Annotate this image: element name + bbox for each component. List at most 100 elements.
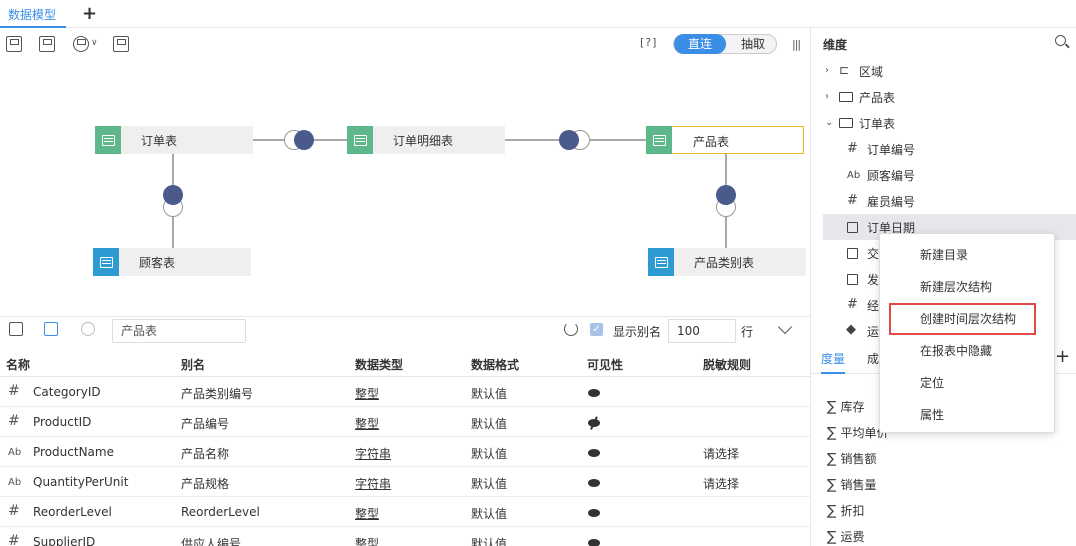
- chevron-down-icon[interactable]: ∨: [91, 38, 98, 48]
- field-datatype[interactable]: 整型: [355, 415, 379, 432]
- show-alias-checkbox[interactable]: ✓: [590, 323, 603, 336]
- calendar-icon: [847, 222, 858, 233]
- menu-new-hierarchy[interactable]: 新建层次结构: [880, 271, 1056, 303]
- column-header[interactable]: 别名: [181, 356, 205, 373]
- join-filled-dot[interactable]: [716, 185, 736, 205]
- node-orders[interactable]: 订单表: [95, 126, 253, 154]
- table-row[interactable]: # ReorderLevel ReorderLevel 整型 默认值: [0, 497, 810, 527]
- join-filled-dot[interactable]: [294, 130, 314, 150]
- field-datatype[interactable]: 整型: [355, 535, 379, 546]
- join-filled-dot[interactable]: [559, 130, 579, 150]
- column-header[interactable]: 名称: [6, 356, 30, 373]
- save-as-icon[interactable]: [39, 36, 55, 52]
- tree-item-customer-id[interactable]: Ab 顾客编号: [811, 162, 1076, 188]
- table-icon: [648, 248, 674, 276]
- tree-item-orders[interactable]: ⌄ 订单表: [811, 110, 1076, 136]
- field-alias[interactable]: 供应人编号: [181, 535, 241, 546]
- tree-item-employee-id[interactable]: # 雇员编号: [811, 188, 1076, 214]
- menu-new-folder[interactable]: 新建目录: [880, 239, 1056, 271]
- column-header[interactable]: 可见性: [587, 356, 623, 373]
- help-button[interactable]: [?]: [640, 36, 657, 49]
- table-search-input[interactable]: 产品表: [112, 319, 246, 343]
- measure-item[interactable]: ∑ 运费: [827, 528, 864, 545]
- mode-direct-button[interactable]: 直连: [674, 34, 726, 54]
- node-order-details[interactable]: 订单明细表: [347, 126, 505, 154]
- add-tab-button[interactable]: +: [82, 3, 97, 24]
- node-label: 产品类别表: [694, 256, 755, 270]
- mode-extract-button[interactable]: 抽取: [728, 35, 778, 53]
- menu-hide-in-report[interactable]: 在报表中隐藏: [880, 335, 1056, 367]
- measure-label: 折扣: [840, 504, 865, 518]
- table-row[interactable]: # SupplierID 供应人编号 整型 默认值: [0, 527, 810, 546]
- field-alias[interactable]: 产品编号: [181, 415, 229, 432]
- settings-dropdown-icon[interactable]: [73, 36, 89, 52]
- tree-item-label: 订单编号: [867, 143, 916, 157]
- field-format[interactable]: 默认值: [471, 445, 507, 462]
- table-row[interactable]: # CategoryID 产品类别编号 整型 默认值: [0, 377, 810, 407]
- more-columns-icon[interactable]: |||: [792, 38, 801, 51]
- calculated-field-icon[interactable]: [44, 322, 58, 336]
- number-type-icon: #: [847, 193, 858, 208]
- refresh-icon[interactable]: [564, 322, 578, 336]
- save-icon[interactable]: [6, 36, 22, 52]
- node-customers[interactable]: 顾客表: [93, 248, 251, 276]
- column-header[interactable]: 数据类型: [355, 356, 403, 373]
- field-datatype[interactable]: 字符串: [355, 445, 391, 462]
- measure-item[interactable]: ∑ 折扣: [827, 502, 864, 519]
- row-count-input[interactable]: 100: [668, 319, 736, 343]
- field-mask[interactable]: 请选择: [703, 475, 739, 492]
- folder-icon: [839, 92, 853, 102]
- column-header[interactable]: 脱敏规则: [703, 356, 751, 373]
- field-alias[interactable]: 产品类别编号: [181, 385, 253, 402]
- tab-data-model[interactable]: 数据模型: [0, 0, 67, 28]
- eye-icon[interactable]: [588, 449, 600, 457]
- join-filled-dot[interactable]: [163, 185, 183, 205]
- eye-slash-icon[interactable]: [588, 419, 600, 427]
- field-datatype[interactable]: 整型: [355, 385, 379, 402]
- image-export-icon[interactable]: [113, 36, 129, 52]
- tree-item-order-id[interactable]: # 订单编号: [811, 136, 1076, 162]
- eye-icon[interactable]: [588, 389, 600, 397]
- field-format[interactable]: 默认值: [471, 505, 507, 522]
- menu-create-time-hierarchy[interactable]: 创建时间层次结构: [889, 303, 1036, 335]
- number-type-icon: #: [8, 503, 20, 519]
- mode-switch[interactable]: 直连 抽取: [673, 34, 777, 54]
- menu-properties[interactable]: 属性: [880, 399, 1056, 431]
- node-categories[interactable]: 产品类别表: [648, 248, 806, 276]
- table-row[interactable]: # ProductID 产品编号 整型 默认值: [0, 407, 810, 437]
- field-mask[interactable]: 请选择: [703, 445, 739, 462]
- tab-members[interactable]: 成: [867, 350, 879, 367]
- eye-icon[interactable]: [588, 509, 600, 517]
- field-format[interactable]: 默认值: [471, 535, 507, 546]
- field-alias[interactable]: 产品名称: [181, 445, 229, 462]
- tab-measures[interactable]: 度量: [821, 350, 846, 374]
- text-type-icon: Ab: [8, 447, 22, 458]
- search-icon[interactable]: [1055, 35, 1066, 46]
- field-format[interactable]: 默认值: [471, 415, 507, 432]
- tree-item-region[interactable]: › ⊏ 区域: [811, 58, 1076, 84]
- node-products[interactable]: 产品表: [646, 126, 804, 154]
- eye-icon[interactable]: [588, 539, 600, 546]
- menu-locate[interactable]: 定位: [880, 367, 1056, 399]
- field-alias[interactable]: ReorderLevel: [181, 505, 260, 519]
- measure-item[interactable]: ∑ 销售量: [827, 476, 876, 493]
- field-datatype[interactable]: 整型: [355, 505, 379, 522]
- measure-item[interactable]: ∑ 销售额: [827, 450, 876, 467]
- sigma-icon: ∑: [827, 477, 837, 493]
- eye-icon[interactable]: [588, 479, 600, 487]
- chevron-down-icon[interactable]: ⌄: [825, 117, 833, 128]
- field-format[interactable]: 默认值: [471, 475, 507, 492]
- field-format[interactable]: 默认值: [471, 385, 507, 402]
- gear-icon[interactable]: [81, 322, 95, 336]
- add-measure-button[interactable]: +: [1055, 346, 1070, 367]
- tree-item-products[interactable]: › 产品表: [811, 84, 1076, 110]
- table-row[interactable]: Ab QuantityPerUnit 产品规格 字符串 默认值 请选择: [0, 467, 810, 497]
- chevron-right-icon[interactable]: ›: [825, 65, 829, 76]
- column-header[interactable]: 数据格式: [471, 356, 519, 373]
- field-alias[interactable]: 产品规格: [181, 475, 229, 492]
- measure-item[interactable]: ∑ 库存: [827, 398, 864, 415]
- table-row[interactable]: Ab ProductName 产品名称 字符串 默认值 请选择: [0, 437, 810, 467]
- chevron-right-icon[interactable]: ›: [825, 91, 829, 102]
- preview-icon[interactable]: [9, 322, 23, 336]
- field-datatype[interactable]: 字符串: [355, 475, 391, 492]
